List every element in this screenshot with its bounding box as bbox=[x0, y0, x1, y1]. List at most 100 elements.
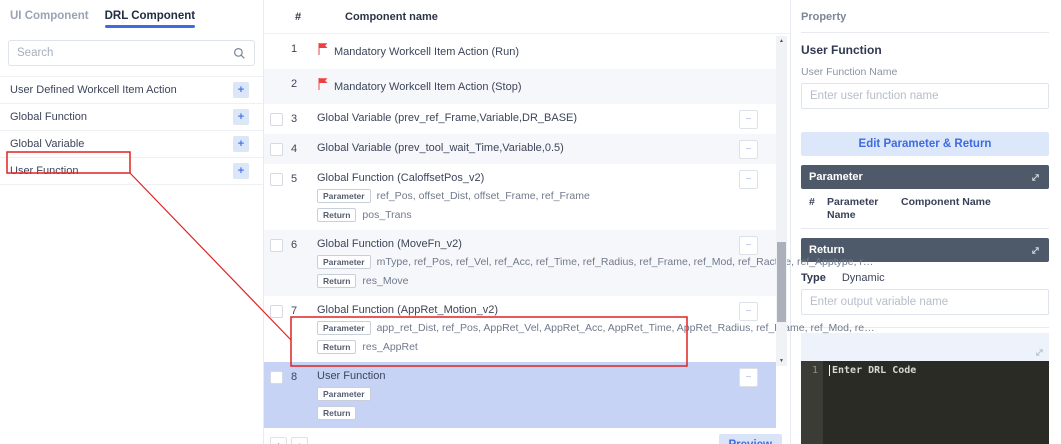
return-values: res_Move bbox=[362, 275, 409, 287]
property-panel-title: Property bbox=[801, 0, 1049, 33]
row-name: User Function bbox=[317, 370, 386, 382]
row-name: Mandatory Workcell Item Action (Run) bbox=[334, 45, 520, 58]
table-scrollbar[interactable]: ▲ ▼ bbox=[776, 36, 787, 366]
search-box[interactable] bbox=[8, 40, 255, 66]
parameter-badge: Parameter bbox=[317, 189, 371, 203]
mandatory-flag-icon bbox=[317, 77, 328, 96]
table-toolbar: ↑ ↓ Preview bbox=[264, 434, 790, 444]
move-down-button[interactable]: ↓ bbox=[291, 436, 308, 444]
add-icon[interactable]: + bbox=[233, 163, 249, 179]
remove-row-button[interactable]: − bbox=[739, 236, 758, 255]
expand-icon[interactable] bbox=[1034, 347, 1045, 358]
row-index: 3 bbox=[291, 113, 298, 125]
sidebar-item-user-defined-workcell[interactable]: User Defined Workcell Item Action + bbox=[0, 77, 263, 104]
return-badge: Return bbox=[317, 274, 357, 288]
sidebar-tabs: UI Component DRL Component bbox=[0, 0, 263, 34]
add-icon[interactable]: + bbox=[233, 82, 249, 98]
parameter-badge: Parameter bbox=[317, 255, 371, 269]
move-up-button[interactable]: ↑ bbox=[270, 436, 287, 444]
user-function-name-input[interactable] bbox=[801, 83, 1049, 109]
editor-line-number: 1 bbox=[801, 361, 823, 444]
remove-row-button[interactable]: − bbox=[739, 140, 758, 159]
editor-placeholder: Enter DRL Code bbox=[832, 365, 917, 377]
row-checkbox[interactable] bbox=[270, 239, 283, 252]
table-header: # Component name bbox=[264, 0, 790, 34]
table-row[interactable]: 3 Global Variable (prev_ref_Frame,Variab… bbox=[264, 104, 776, 134]
row-index: 1 bbox=[291, 43, 298, 55]
add-icon[interactable]: + bbox=[233, 109, 249, 125]
user-function-name-label: User Function Name bbox=[801, 66, 898, 78]
table-row[interactable]: 2 Mandatory Workcell Item Action (Stop) bbox=[264, 69, 776, 104]
row-name: Global Variable (prev_ref_Frame,Variable… bbox=[317, 112, 578, 124]
column-header-name: Component name bbox=[345, 10, 438, 23]
editor-code-area[interactable]: Enter DRL Code bbox=[823, 361, 1049, 444]
remove-row-button[interactable]: − bbox=[739, 368, 758, 387]
text-cursor bbox=[829, 365, 830, 377]
property-panel: Property User Function User Function Nam… bbox=[790, 0, 1061, 444]
row-checkbox[interactable] bbox=[270, 143, 283, 156]
row-checkbox[interactable] bbox=[270, 173, 283, 186]
parameter-table-header: # Parameter Name Component Name bbox=[801, 189, 1049, 230]
return-badge: Return bbox=[317, 208, 357, 222]
row-index: 5 bbox=[291, 173, 298, 185]
component-list-panel: # Component name 1 Mandatory Workcell It… bbox=[264, 0, 875, 444]
mandatory-flag-icon bbox=[317, 42, 328, 61]
table-row[interactable]: 6 Global Function (MoveFn_v2) Parameter … bbox=[264, 230, 873, 296]
preview-button[interactable]: Preview bbox=[718, 434, 782, 444]
component-category-list: User Defined Workcell Item Action + Glob… bbox=[0, 76, 263, 185]
expand-icon[interactable] bbox=[1030, 172, 1041, 183]
row-checkbox[interactable] bbox=[270, 305, 283, 318]
row-name: Global Function (CaloffsetPos_v2) bbox=[317, 172, 485, 184]
row-index: 4 bbox=[291, 143, 298, 155]
drl-component-editor: UI Component DRL Component User Defined … bbox=[0, 0, 1061, 444]
property-section-title: User Function bbox=[801, 43, 882, 57]
scrollbar-thumb[interactable] bbox=[777, 242, 786, 322]
remove-row-button[interactable]: − bbox=[739, 170, 758, 189]
table-row[interactable]: 4 Global Variable (prev_tool_wait_Time,V… bbox=[264, 134, 776, 164]
sidebar-item-label: User Function bbox=[10, 165, 79, 177]
parameter-badge: Parameter bbox=[317, 387, 371, 401]
remove-row-button[interactable]: − bbox=[739, 110, 758, 129]
scroll-down-icon[interactable]: ▼ bbox=[776, 356, 787, 366]
return-badge: Return bbox=[317, 340, 357, 354]
row-checkbox[interactable] bbox=[270, 371, 283, 384]
parameter-section-title: Parameter bbox=[809, 171, 863, 183]
parameter-values: ref_Pos, offset_Dist, offset_Frame, ref_… bbox=[376, 190, 590, 202]
row-index: 6 bbox=[291, 239, 298, 251]
component-sidebar: UI Component DRL Component User Defined … bbox=[0, 0, 264, 444]
remove-row-button[interactable]: − bbox=[739, 302, 758, 321]
table-row[interactable]: 5 Global Function (CaloffsetPos_v2) Para… bbox=[264, 164, 776, 230]
return-badge: Return bbox=[317, 406, 357, 420]
drl-code-editor[interactable]: 1 Enter DRL Code bbox=[801, 361, 1049, 444]
edit-parameter-return-button[interactable]: Edit Parameter & Return bbox=[801, 132, 1049, 156]
row-name: Global Function (MoveFn_v2) bbox=[317, 238, 462, 250]
add-icon[interactable]: + bbox=[233, 136, 249, 152]
sidebar-item-global-variable[interactable]: Global Variable + bbox=[0, 131, 263, 158]
tab-ui-component[interactable]: UI Component bbox=[10, 10, 89, 28]
sidebar-item-label: User Defined Workcell Item Action bbox=[10, 84, 177, 96]
search-input[interactable] bbox=[17, 47, 233, 59]
return-values: res_AppRet bbox=[362, 341, 418, 353]
sidebar-item-label: Global Function bbox=[10, 111, 88, 123]
row-name: Mandatory Workcell Item Action (Stop) bbox=[334, 80, 522, 93]
param-col-index: # bbox=[809, 196, 815, 208]
table-body: 1 Mandatory Workcell Item Action (Run) 2 bbox=[264, 34, 875, 428]
row-checkbox[interactable] bbox=[270, 113, 283, 126]
sidebar-item-global-function[interactable]: Global Function + bbox=[0, 104, 263, 131]
table-row[interactable]: 1 Mandatory Workcell Item Action (Run) bbox=[264, 34, 776, 69]
row-index: 2 bbox=[291, 78, 298, 90]
parameter-values: mType, ref_Pos, ref_Vel, ref_Acc, ref_Ti… bbox=[376, 256, 874, 268]
sidebar-item-label: Global Variable bbox=[10, 138, 85, 150]
scroll-up-icon[interactable]: ▲ bbox=[776, 36, 787, 46]
table-row[interactable]: 7 Global Function (AppRet_Motion_v2) Par… bbox=[264, 296, 875, 362]
table-row-selected[interactable]: 8 User Function Parameter Return − bbox=[264, 362, 776, 428]
return-values: pos_Trans bbox=[362, 209, 412, 221]
row-name: Global Function (AppRet_Motion_v2) bbox=[317, 304, 498, 316]
row-name: Global Variable (prev_tool_wait_Time,Var… bbox=[317, 142, 564, 154]
tab-drl-component[interactable]: DRL Component bbox=[104, 10, 195, 28]
sidebar-item-user-function[interactable]: User Function + bbox=[0, 158, 263, 185]
search-icon bbox=[233, 47, 246, 60]
row-index: 7 bbox=[291, 305, 298, 317]
expand-icon[interactable] bbox=[1030, 245, 1041, 256]
parameter-values: app_ret_Dist, ref_Pos, AppRet_Vel, AppRe… bbox=[376, 322, 875, 334]
